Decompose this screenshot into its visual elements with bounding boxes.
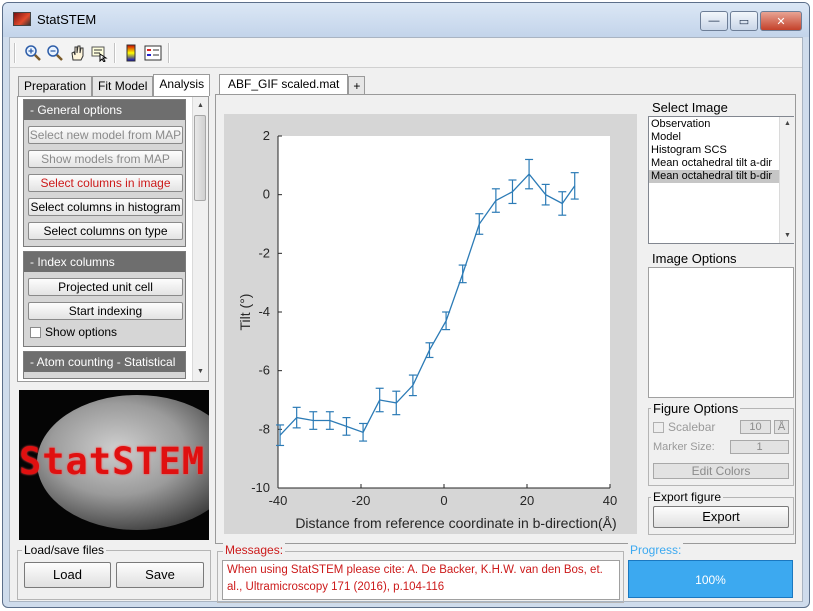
zoom-out-icon[interactable] xyxy=(46,44,64,62)
toolbar-separator xyxy=(168,43,170,63)
image-options-title: Image Options xyxy=(650,251,739,266)
image-options-box xyxy=(648,267,794,398)
restore-button[interactable]: ▭ xyxy=(730,11,758,31)
pan-hand-icon[interactable] xyxy=(68,44,86,62)
tab-figure-abf[interactable]: ABF_GIF scaled.mat xyxy=(219,74,349,96)
projected-unit-cell-button[interactable]: Projected unit cell xyxy=(28,278,183,296)
minimize-button[interactable]: — xyxy=(700,11,728,31)
scroll-up-icon[interactable]: ▲ xyxy=(193,99,208,113)
panel-scrollbar[interactable]: ▲ ▼ xyxy=(192,97,208,381)
minimize-icon: — xyxy=(708,15,720,27)
x-tick-label: 0 xyxy=(440,493,447,508)
export-figure-title: Export figure xyxy=(651,490,724,504)
list-scroll-up-icon[interactable]: ▲ xyxy=(780,117,795,131)
restore-icon: ▭ xyxy=(738,15,750,28)
y-tick-label: -2 xyxy=(258,245,270,260)
x-axis-label: Distance from reference coordinate in b-… xyxy=(295,515,616,531)
list-item[interactable]: Mean octahedral tilt a-dir xyxy=(649,157,779,170)
x-tick-label: 20 xyxy=(520,493,534,508)
progress-title: Progress: xyxy=(628,543,684,557)
list-item[interactable]: Observation xyxy=(649,118,779,131)
list-item[interactable]: Histogram SCS xyxy=(649,144,779,157)
scalebar-unit: Å xyxy=(774,420,789,434)
select-columns-image-button[interactable]: Select columns in image xyxy=(28,174,183,192)
figure-toolbar xyxy=(10,38,802,68)
y-tick-label: 2 xyxy=(263,128,270,143)
x-tick-label: -20 xyxy=(352,493,371,508)
messages-title: Messages: xyxy=(223,543,286,557)
analysis-panel: - General options Select new model from … xyxy=(17,96,209,382)
x-tick-label: -40 xyxy=(269,493,288,508)
app-window: StatSTEM — ▭ ✕ Preparation Fit Model Ana… xyxy=(2,2,810,608)
title-bar[interactable]: StatSTEM — ▭ ✕ xyxy=(3,3,809,37)
data-cursor-icon[interactable] xyxy=(90,44,108,63)
marker-size-label: Marker Size: xyxy=(653,441,715,453)
atom-counting-header[interactable]: - Atom counting - Statistical xyxy=(24,352,185,372)
y-axis-label: Tilt (°) xyxy=(237,294,253,331)
scalebar-value-field[interactable]: 10 xyxy=(740,420,771,434)
general-options-header[interactable]: - General options xyxy=(24,100,185,120)
select-columns-histogram-button[interactable]: Select columns in histogram xyxy=(28,198,183,216)
add-tab-button[interactable]: + xyxy=(348,76,366,96)
select-image-listbox[interactable]: Observation Model Histogram SCS Mean octahe… xyxy=(648,116,794,244)
y-tick-label: -8 xyxy=(258,421,270,436)
list-item[interactable]: Model xyxy=(649,131,779,144)
scalebar-label: Scalebar xyxy=(668,420,716,434)
plot-area-background: -40 -20 0 20 40 -10 -8 -6 -4 -2 0 2 Distance from re… xyxy=(224,114,637,534)
list-scroll-down-icon[interactable]: ▼ xyxy=(780,229,795,243)
edit-colors-button[interactable]: Edit Colors xyxy=(653,463,789,479)
progress-bar: 100% xyxy=(628,560,793,598)
show-options-label: Show options xyxy=(45,325,118,339)
select-columns-type-button[interactable]: Select columns on type xyxy=(28,222,183,240)
list-item[interactable]: Mean octahedral tilt b-dir xyxy=(649,170,779,183)
messages-text: When using StatSTEM please cite: A. De B… xyxy=(227,564,603,593)
toolbar-grip xyxy=(14,43,16,63)
app-logo-icon xyxy=(13,12,31,26)
y-tick-label: 0 xyxy=(263,187,270,202)
tab-preparation[interactable]: Preparation xyxy=(18,76,93,96)
tab-fit-model[interactable]: Fit Model xyxy=(92,76,154,96)
tilt-line-chart[interactable]: -40 -20 0 20 40-10-8-6-4-202Distance from re… xyxy=(224,114,637,534)
save-button[interactable]: Save xyxy=(116,562,204,588)
tab-analysis[interactable]: Analysis xyxy=(153,74,211,96)
scroll-down-icon[interactable]: ▼ xyxy=(193,365,208,379)
index-columns-header[interactable]: - Index columns xyxy=(24,252,185,272)
load-button[interactable]: Load xyxy=(24,562,111,588)
progress-value: 100% xyxy=(695,573,726,587)
export-button[interactable]: Export xyxy=(653,506,789,528)
marker-size-field[interactable]: 1 xyxy=(730,440,789,454)
index-columns-group: - Index columns Projected unit cell Star… xyxy=(23,251,186,347)
window-title: StatSTEM xyxy=(37,12,97,27)
load-save-title: Load/save files xyxy=(22,543,107,557)
general-options-group: - General options Select new model from … xyxy=(23,99,186,247)
show-models-button[interactable]: Show models from MAP xyxy=(28,150,183,168)
client-area: Preparation Fit Model Analysis - General… xyxy=(9,37,803,603)
select-new-model-button[interactable]: Select new model from MAP xyxy=(28,126,183,144)
x-tick-label: 40 xyxy=(603,493,617,508)
figure-tab-bar: ABF_GIF scaled.mat + xyxy=(219,74,366,96)
atom-counting-group: - Atom counting - Statistical xyxy=(23,351,186,379)
close-button[interactable]: ✕ xyxy=(760,11,802,31)
messages-box: When using StatSTEM please cite: A. De B… xyxy=(222,560,620,600)
toolbar-separator xyxy=(114,43,116,63)
show-options-checkbox[interactable] xyxy=(30,327,41,338)
y-tick-label: -6 xyxy=(258,363,270,378)
close-icon: ✕ xyxy=(776,15,786,28)
statstem-logo: StatSTEM xyxy=(19,390,209,540)
scroll-thumb[interactable] xyxy=(194,115,206,201)
y-tick-label: -10 xyxy=(251,480,270,495)
legend-icon[interactable] xyxy=(144,44,162,62)
y-tick-label: -4 xyxy=(258,304,270,319)
zoom-in-icon[interactable] xyxy=(24,44,42,62)
start-indexing-button[interactable]: Start indexing xyxy=(28,302,183,320)
select-image-title: Select Image xyxy=(650,100,730,115)
logo-text: StatSTEM xyxy=(19,440,206,483)
scalebar-checkbox[interactable] xyxy=(653,422,664,433)
colorbar-icon[interactable] xyxy=(122,44,140,62)
left-tab-bar: Preparation Fit Model Analysis xyxy=(18,74,211,96)
figure-options-title: Figure Options xyxy=(651,401,741,416)
listbox-scrollbar[interactable]: ▲ ▼ xyxy=(779,117,794,243)
